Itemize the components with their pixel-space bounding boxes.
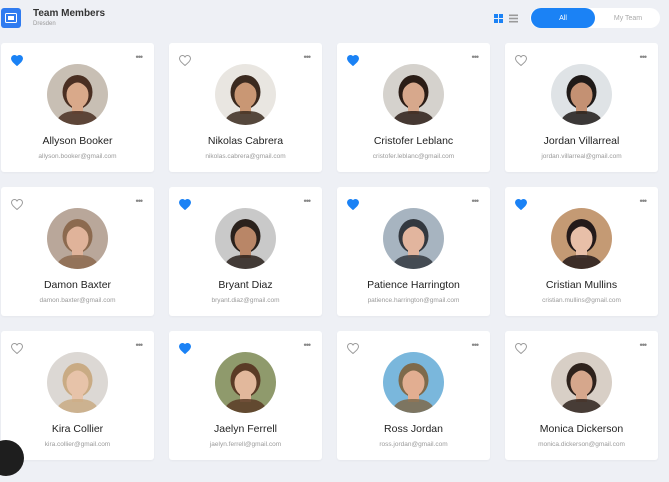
avatar (383, 352, 444, 413)
tab-all[interactable]: All (531, 8, 595, 28)
member-email: damon.baxter@gmail.com (39, 297, 116, 304)
member-name: Jordan Villarreal (543, 135, 620, 147)
member-card[interactable]: ••• Allyson Booker allyson.booker@gmail.… (1, 43, 154, 172)
member-email: monica.dickerson@gmail.com (538, 441, 625, 448)
members-grid: ••• Allyson Booker allyson.booker@gmail.… (1, 43, 669, 460)
page-subtitle: Dresden (33, 21, 56, 27)
member-card[interactable]: ••• Bryant Diaz bryant.diaz@gmail.com (169, 187, 322, 316)
favorite-heart-icon[interactable] (178, 197, 192, 211)
member-email: cristian.mullins@gmail.com (542, 297, 621, 304)
avatar (551, 352, 612, 413)
favorite-heart-icon[interactable] (10, 341, 24, 355)
member-email: allyson.booker@gmail.com (38, 153, 117, 160)
member-name: Monica Dickerson (539, 423, 624, 435)
favorite-heart-icon[interactable] (346, 341, 360, 355)
filter-segmented-control: All My Team (530, 8, 660, 28)
member-email: bryant.diaz@gmail.com (211, 297, 280, 304)
avatar (215, 64, 276, 125)
member-email: kira.collier@gmail.com (44, 441, 111, 448)
member-name: Nikolas Cabrera (207, 135, 284, 147)
more-options-icon[interactable]: ••• (304, 197, 312, 206)
member-card[interactable]: ••• Monica Dickerson monica.dickerson@gm… (505, 331, 658, 460)
member-name: Patience Harrington (367, 279, 460, 291)
avatar (47, 208, 108, 269)
more-options-icon[interactable]: ••• (472, 53, 480, 62)
more-options-icon[interactable]: ••• (304, 53, 312, 62)
member-card[interactable]: ••• Damon Baxter damon.baxter@gmail.com (1, 187, 154, 316)
tab-my-team[interactable]: My Team (596, 8, 660, 28)
member-card[interactable]: ••• Ross Jordan ross.jordan@gmail.com (337, 331, 490, 460)
member-name: Allyson Booker (42, 135, 113, 147)
member-email: jordan.villarreal@gmail.com (541, 153, 622, 160)
favorite-heart-icon[interactable] (178, 53, 192, 67)
member-email: patience.harrington@gmail.com (367, 297, 460, 304)
member-name: Bryant Diaz (218, 279, 273, 291)
more-options-icon[interactable]: ••• (472, 341, 480, 350)
favorite-heart-icon[interactable] (346, 197, 360, 211)
avatar (383, 208, 444, 269)
list-view-icon[interactable] (509, 14, 518, 23)
member-card[interactable]: ••• Jaelyn Ferrell jaelyn.ferrell@gmail.… (169, 331, 322, 460)
favorite-heart-icon[interactable] (514, 197, 528, 211)
member-email: nikolas.cabrera@gmail.com (205, 153, 286, 160)
page-title: Team Members (33, 8, 106, 19)
member-card[interactable]: ••• Jordan Villarreal jordan.villarreal@… (505, 43, 658, 172)
member-card[interactable]: ••• Kira Collier kira.collier@gmail.com (1, 331, 154, 460)
favorite-heart-icon[interactable] (514, 341, 528, 355)
member-name: Ross Jordan (384, 423, 443, 435)
favorite-heart-icon[interactable] (10, 53, 24, 67)
header: Team Members Dresden All My Team (0, 0, 669, 36)
more-options-icon[interactable]: ••• (640, 197, 648, 206)
avatar (551, 208, 612, 269)
avatar (551, 64, 612, 125)
view-toggle (494, 14, 518, 23)
grid-view-icon[interactable] (494, 14, 503, 23)
favorite-heart-icon[interactable] (10, 197, 24, 211)
more-options-icon[interactable]: ••• (304, 341, 312, 350)
avatar (383, 64, 444, 125)
member-name: Cristian Mullins (545, 279, 618, 291)
avatar (47, 352, 108, 413)
more-options-icon[interactable]: ••• (136, 341, 144, 350)
member-card[interactable]: ••• Cristian Mullins cristian.mullins@gm… (505, 187, 658, 316)
favorite-heart-icon[interactable] (514, 53, 528, 67)
member-card[interactable]: ••• Nikolas Cabrera nikolas.cabrera@gmai… (169, 43, 322, 172)
member-card[interactable]: ••• Cristofer Leblanc cristofer.leblanc@… (337, 43, 490, 172)
favorite-heart-icon[interactable] (178, 341, 192, 355)
favorite-heart-icon[interactable] (346, 53, 360, 67)
more-options-icon[interactable]: ••• (136, 53, 144, 62)
avatar (47, 64, 108, 125)
app-logo-icon[interactable] (1, 8, 21, 28)
avatar (215, 352, 276, 413)
member-email: cristofer.leblanc@gmail.com (372, 153, 455, 160)
member-name: Damon Baxter (43, 279, 112, 291)
more-options-icon[interactable]: ••• (640, 53, 648, 62)
member-name: Jaelyn Ferrell (213, 423, 278, 435)
member-name: Cristofer Leblanc (373, 135, 454, 147)
avatar (215, 208, 276, 269)
member-email: ross.jordan@gmail.com (379, 441, 448, 448)
member-card[interactable]: ••• Patience Harrington patience.harring… (337, 187, 490, 316)
more-options-icon[interactable]: ••• (640, 341, 648, 350)
member-name: Kira Collier (51, 423, 104, 435)
more-options-icon[interactable]: ••• (136, 197, 144, 206)
member-email: jaelyn.ferrell@gmail.com (209, 441, 282, 448)
more-options-icon[interactable]: ••• (472, 197, 480, 206)
